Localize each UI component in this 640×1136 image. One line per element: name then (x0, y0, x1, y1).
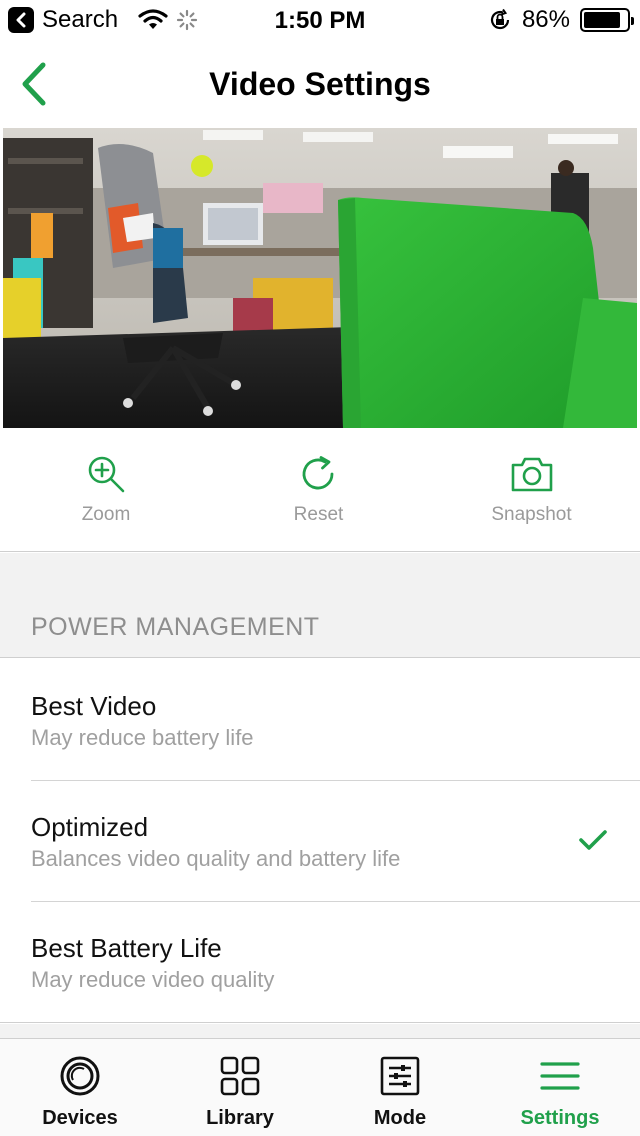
status-bar-right: 86% (488, 6, 634, 34)
camera-icon (511, 457, 552, 492)
option-subtitle: May reduce battery life (31, 725, 254, 750)
tab-settings[interactable]: Settings (480, 1039, 640, 1136)
option-best-video[interactable]: Best Video May reduce battery life (0, 659, 640, 780)
tab-label: Mode (373, 1107, 427, 1129)
zoom-in-icon (88, 456, 125, 493)
option-subtitle: Balances video quality and battery life (31, 846, 401, 871)
option-title: Optimized (31, 812, 149, 842)
zoom-label: Zoom (81, 504, 131, 525)
option-optimized[interactable]: Optimized Balances video quality and bat… (0, 780, 640, 901)
tab-bar: Devices Library Mode Settings (0, 1038, 640, 1136)
tab-library[interactable]: Library (160, 1039, 320, 1136)
devices-icon (60, 1056, 100, 1096)
snapshot-button[interactable]: Snapshot (425, 428, 638, 551)
zoom-button[interactable]: Zoom (0, 428, 212, 551)
reset-label: Reset (293, 504, 344, 525)
tab-label: Settings (520, 1107, 600, 1129)
option-title: Best Video (31, 691, 157, 721)
camera-preview[interactable] (3, 128, 637, 428)
power-options-list: Best Video May reduce battery life Optim… (0, 659, 640, 1023)
tab-label: Devices (42, 1107, 118, 1129)
battery-level (584, 12, 621, 28)
checkmark-icon (579, 830, 607, 850)
camera-actions: Zoom Reset Snapshot (0, 428, 640, 552)
rotation-lock-icon (490, 8, 510, 30)
option-subtitle: May reduce video quality (31, 967, 275, 992)
settings-menu-icon (540, 1062, 580, 1090)
navigation-bar: Video Settings (0, 40, 640, 128)
option-title: Best Battery Life (31, 933, 222, 963)
battery-icon (580, 8, 634, 32)
list-footer-gap (0, 1024, 640, 1038)
tab-devices[interactable]: Devices (0, 1039, 160, 1136)
camera-preview-image (3, 128, 637, 428)
page-title: Video Settings (209, 66, 431, 102)
section-header: POWER MANAGEMENT (31, 613, 320, 641)
reset-button[interactable]: Reset (212, 428, 425, 551)
refresh-icon (302, 456, 333, 490)
tab-mode[interactable]: Mode (320, 1039, 480, 1136)
option-best-battery-life[interactable]: Best Battery Life May reduce video quali… (0, 901, 640, 1022)
mode-icon (380, 1056, 420, 1096)
tab-label: Library (206, 1107, 274, 1129)
battery-percent: 86% (521, 6, 570, 33)
snapshot-label: Snapshot (491, 504, 572, 525)
status-bar: Search 1:50 PM 86% (0, 0, 640, 40)
library-icon (220, 1056, 260, 1096)
power-management-section: POWER MANAGEMENT (0, 553, 640, 658)
